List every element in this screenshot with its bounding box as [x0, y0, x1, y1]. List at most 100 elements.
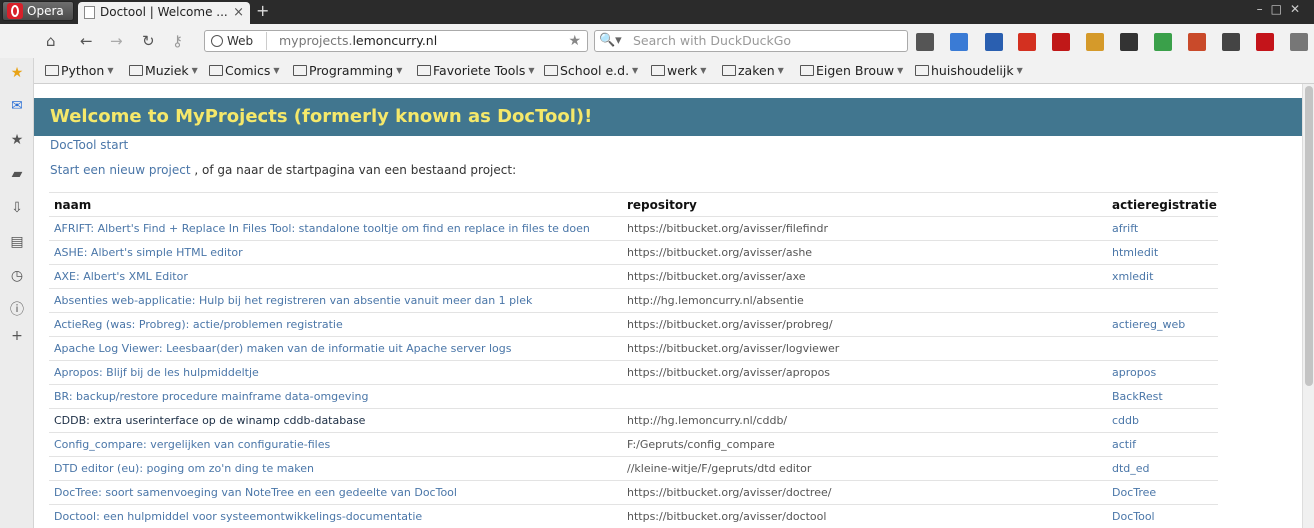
downloads-icon[interactable]: ⇩: [9, 200, 25, 216]
maximize-icon[interactable]: □: [1271, 2, 1290, 16]
header-naam: naam: [49, 192, 622, 217]
bookmark-folder[interactable]: Favoriete Tools ▼: [417, 63, 535, 79]
home-icon[interactable]: ⌂: [46, 32, 56, 50]
actieregistratie-link[interactable]: apropos: [1107, 360, 1218, 385]
toolbox-icon[interactable]: [1120, 33, 1138, 51]
bookmark-folder[interactable]: Programming ▼: [293, 63, 402, 79]
bookmark-star-icon[interactable]: ★: [568, 31, 581, 51]
actieregistratie-link[interactable]: DocTool: [1107, 504, 1218, 528]
bookmark-folder[interactable]: School e.d. ▼: [544, 63, 638, 79]
bookmark-label: Python: [61, 63, 105, 78]
chevron-down-icon: ▼: [273, 66, 280, 75]
actieregistratie-link[interactable]: actiereg_web: [1107, 312, 1218, 337]
project-name-link[interactable]: ActieReg (was: Probreg): actie/problemen…: [49, 312, 622, 337]
repository-url: https://bitbucket.org/avisser/axe: [622, 264, 1107, 289]
header-repository: repository: [622, 192, 1107, 217]
table-row: DTD editor (eu): poging om zo'n ding te …: [49, 456, 1218, 481]
tab-title: Doctool | Welcome ...: [100, 5, 228, 19]
search-icon: 🔍▾: [599, 33, 622, 48]
actieregistratie-link[interactable]: actif: [1107, 432, 1218, 457]
off-badge-icon[interactable]: [950, 33, 968, 51]
project-name-link[interactable]: AXE: Albert's XML Editor: [49, 264, 622, 289]
actieregistratie-link[interactable]: dtd_ed: [1107, 456, 1218, 481]
url-text[interactable]: myprojects.lemoncurry.nl: [279, 32, 437, 50]
project-name-link[interactable]: BR: backup/restore procedure mainframe d…: [49, 384, 622, 409]
actieregistratie-link[interactable]: BackRest: [1107, 384, 1218, 409]
project-name-link[interactable]: Config_compare: vergelijken van configur…: [49, 432, 622, 457]
key-icon[interactable]: [916, 33, 934, 51]
opera-menu-button[interactable]: Opera: [2, 1, 74, 21]
project-name-link[interactable]: Doctool: een hulpmiddel voor systeemontw…: [49, 504, 622, 528]
bookmark-folder[interactable]: Eigen Brouw ▼: [800, 63, 903, 79]
window-controls[interactable]: –□✕: [1257, 2, 1308, 16]
project-name-link[interactable]: CDDB: extra userinterface op de winamp c…: [49, 408, 622, 433]
actieregistratie-link[interactable]: [1107, 288, 1218, 313]
bookmark-folder[interactable]: Muziek ▼: [129, 63, 198, 79]
bookmark-folder[interactable]: zaken ▼: [722, 63, 784, 79]
tab-close-icon[interactable]: ×: [233, 2, 244, 23]
scrollbar-thumb[interactable]: [1305, 86, 1313, 386]
project-name-link[interactable]: AFRIFT: Albert's Find + Replace In Files…: [49, 216, 622, 241]
bookmark-folder[interactable]: werk ▼: [651, 63, 706, 79]
mail-icon[interactable]: ✉: [9, 98, 25, 114]
close-window-icon[interactable]: ✕: [1290, 2, 1308, 16]
actieregistratie-link[interactable]: [1107, 336, 1218, 361]
folder-icon: [915, 65, 929, 76]
site-info-label: Web: [227, 34, 254, 48]
opera-menu-label: Opera: [27, 4, 64, 18]
project-name-link[interactable]: DocTree: soort samenvoeging van NoteTree…: [49, 480, 622, 505]
actieregistratie-link[interactable]: htmledit: [1107, 240, 1218, 265]
actieregistratie-link[interactable]: afrift: [1107, 216, 1218, 241]
notification-icon[interactable]: [1290, 33, 1308, 51]
table-row: Config_compare: vergelijken van configur…: [49, 432, 1218, 457]
actieregistratie-link[interactable]: DocTree: [1107, 480, 1218, 505]
key-icon[interactable]: ⚷: [172, 32, 183, 50]
doctool-start-link[interactable]: DocTool start: [50, 138, 128, 152]
side-panel: ★ ✉ ★ ▰ ⇩ ▤ ◷ ⓘ +: [0, 58, 34, 528]
project-name-link[interactable]: Apropos: Blijf bij de les hulpmiddeltje: [49, 360, 622, 385]
notes-icon[interactable]: ▰: [9, 166, 25, 182]
actieregistratie-link[interactable]: cddb: [1107, 408, 1218, 433]
chevron-down-icon: ▼: [1016, 66, 1023, 75]
chevron-down-icon: ▼: [700, 66, 707, 75]
table-row: ASHE: Albert's simple HTML editor https:/…: [49, 240, 1218, 265]
bookmark-folder[interactable]: huishoudelijk ▼: [915, 63, 1023, 79]
bookmark-folder[interactable]: Python ▼: [45, 63, 114, 79]
search-input[interactable]: 🔍▾ Search with DuckDuckGo: [594, 30, 908, 52]
speed-dial-star-icon[interactable]: ★: [9, 65, 25, 81]
panels-icon[interactable]: ▤: [9, 234, 25, 250]
tab-doctool[interactable]: Doctool | Welcome ... ×: [78, 2, 250, 24]
site-info-badge[interactable]: Web: [207, 32, 267, 50]
vertical-scrollbar[interactable]: [1302, 84, 1314, 528]
project-name-link[interactable]: Absenties web-applicatie: Hulp bij het r…: [49, 288, 622, 313]
bookmark-label: werk: [667, 63, 698, 78]
green-refresh-icon[interactable]: [1154, 33, 1172, 51]
history-icon[interactable]: ◷: [9, 268, 25, 284]
add-panel-icon[interactable]: +: [9, 328, 25, 344]
blue-shield-icon[interactable]: [985, 33, 1003, 51]
acrobat-icon[interactable]: [1052, 33, 1070, 51]
actieregistratie-link[interactable]: xmledit: [1107, 264, 1218, 289]
palette-icon[interactable]: [1086, 33, 1104, 51]
bookmark-folder[interactable]: Comics ▼: [209, 63, 280, 79]
minimize-icon[interactable]: –: [1257, 2, 1271, 16]
search-placeholder: Search with DuckDuckGo: [633, 33, 792, 48]
bars-icon[interactable]: [1188, 33, 1206, 51]
info-icon[interactable]: ⓘ: [9, 302, 25, 318]
forward-icon[interactable]: →: [110, 32, 123, 50]
repository-url: https://bitbucket.org/avisser/filefindr: [622, 216, 1107, 241]
new-project-link[interactable]: Start een nieuw project: [50, 163, 191, 177]
project-name-link[interactable]: DTD editor (eu): poging om zo'n ding te …: [49, 456, 622, 481]
new-tab-button[interactable]: +: [256, 2, 269, 20]
project-name-link[interactable]: Apache Log Viewer: Leesbaar(der) maken v…: [49, 336, 622, 361]
puzzle-red-icon[interactable]: [1018, 33, 1036, 51]
bookmarks-star-icon[interactable]: ★: [9, 132, 25, 148]
reload-icon[interactable]: ↻: [142, 32, 155, 50]
bookmark-label: School e.d.: [560, 63, 630, 78]
address-bar[interactable]: Web myprojects.lemoncurry.nl ★: [204, 30, 588, 52]
back-icon[interactable]: ←: [80, 32, 93, 50]
screen-icon[interactable]: [1222, 33, 1240, 51]
project-name-link[interactable]: ASHE: Albert's simple HTML editor: [49, 240, 622, 265]
repository-url: https://bitbucket.org/avisser/doctree/: [622, 480, 1107, 505]
adblock-icon[interactable]: [1256, 33, 1274, 51]
